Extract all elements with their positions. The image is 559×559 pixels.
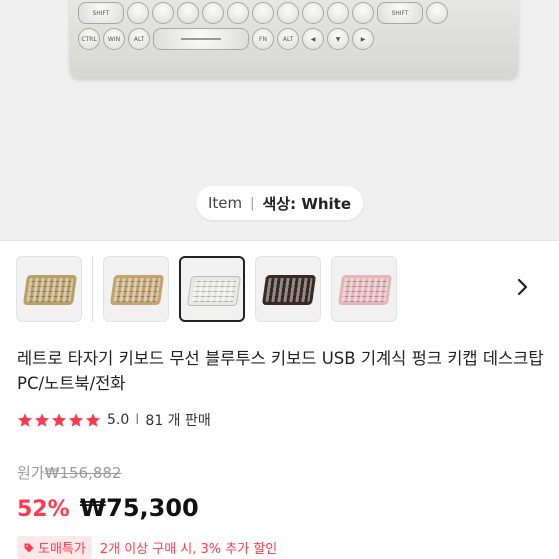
key-alt-left: ALT — [128, 28, 150, 50]
variant-selector-pill[interactable]: Item | 색상: White — [196, 186, 363, 220]
variant-option: 색상: White — [262, 194, 352, 213]
rating-separator: I — [135, 412, 140, 428]
key — [202, 2, 224, 24]
thumbnail-1-image — [22, 275, 78, 305]
original-price-label: 원가 — [17, 464, 45, 482]
key — [302, 2, 324, 24]
star-icon — [35, 413, 49, 427]
key — [426, 2, 448, 24]
promo-row: 도매특가 2개 이상 구매 시, 3% 추가 할인 — [17, 536, 277, 559]
tag-icon — [24, 543, 34, 552]
key-win: WIN — [103, 28, 125, 50]
key — [327, 2, 349, 24]
key-fn: FN — [252, 28, 274, 50]
original-price-row: 원가₩156,882 — [17, 462, 121, 483]
keyboard-row-bottom: CTRL WIN ALT FN ALT ◀ ▼ ▶ — [78, 28, 510, 50]
discount-rate: 52% — [17, 497, 70, 522]
keyboard-row-shift: SHIFT SHIFT — [78, 2, 510, 24]
key-arrow-down: ▼ — [327, 28, 349, 50]
key-ctrl: CTRL — [78, 28, 100, 50]
thumbnail-1[interactable] — [16, 256, 82, 322]
thumbnail-divider — [92, 256, 93, 322]
keyboard-image: SHIFT SHIFT CTRL WIN ALT FN ALT ◀ ▼ ▶ — [70, 0, 518, 78]
thumbnail-4[interactable] — [255, 256, 321, 322]
chevron-right-icon — [517, 278, 528, 296]
rating-row[interactable]: 5.0 I 81 개 판매 — [17, 410, 211, 430]
product-hero-image: SHIFT SHIFT CTRL WIN ALT FN ALT ◀ ▼ ▶ It… — [0, 0, 559, 240]
sale-price: ₩75,300 — [79, 494, 199, 522]
thumbnail-5-image — [337, 275, 393, 305]
product-title: 레트로 타자기 키보드 무선 블루투스 키보드 USB 기계식 펑크 키캡 데스… — [17, 349, 544, 393]
wholesale-badge-label: 도매특가 — [38, 542, 86, 557]
next-thumbnails-button[interactable] — [512, 276, 534, 298]
key — [252, 2, 274, 24]
sales-count: 81 개 판매 — [145, 413, 211, 429]
key — [277, 2, 299, 24]
rating-value: 5.0 — [107, 412, 130, 428]
thumbnail-2[interactable] — [103, 256, 169, 322]
wholesale-badge: 도매특가 — [17, 536, 92, 559]
key-alt-right: ALT — [277, 28, 299, 50]
section-divider — [0, 240, 559, 241]
promo-description: 2개 이상 구매 시, 3% 추가 할인 — [99, 542, 278, 557]
key-arrow-left: ◀ — [302, 28, 324, 50]
key-shift-right: SHIFT — [377, 2, 423, 24]
key — [352, 2, 374, 24]
thumbnail-2-image — [109, 275, 165, 305]
key — [227, 2, 249, 24]
key-space — [153, 28, 249, 50]
star-icon — [18, 413, 32, 427]
star-icon — [69, 413, 83, 427]
thumbnail-3-selected[interactable] — [179, 256, 245, 322]
key — [152, 2, 174, 24]
thumbnail-3-image — [186, 276, 242, 306]
thumbnail-4-image — [261, 275, 317, 305]
original-price: ₩156,882 — [44, 464, 122, 482]
thumbnail-strip — [16, 256, 397, 322]
rating-stars — [17, 412, 101, 428]
key — [127, 2, 149, 24]
variant-label: Item — [207, 194, 243, 212]
key-shift-left: SHIFT — [78, 2, 124, 24]
thumbnail-5[interactable] — [331, 256, 397, 322]
key — [177, 2, 199, 24]
star-icon — [52, 413, 66, 427]
key-arrow-right: ▶ — [352, 28, 374, 50]
star-icon — [86, 413, 100, 427]
price-row: 52% ₩75,300 — [17, 494, 199, 522]
variant-separator: | — [250, 195, 255, 211]
